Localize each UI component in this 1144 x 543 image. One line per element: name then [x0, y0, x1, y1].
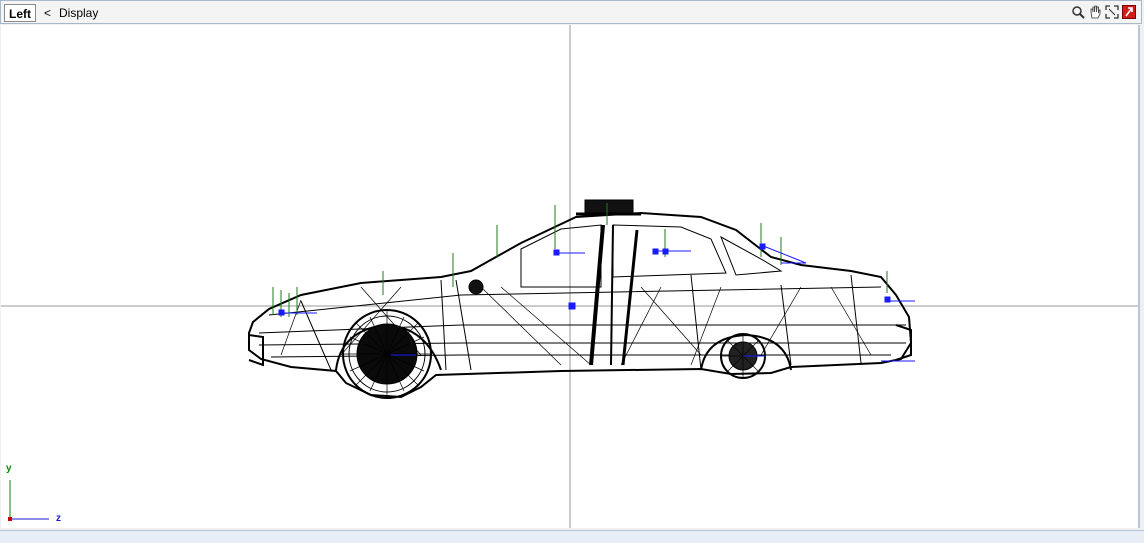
axis-y-label: y: [6, 463, 12, 474]
close-viewport-icon[interactable]: [1121, 4, 1137, 20]
zoom-icon[interactable]: [1070, 4, 1086, 20]
car-wireframe-model[interactable]: [248, 199, 913, 399]
viewport-tool-icons: [1070, 4, 1137, 20]
bottom-strip: [0, 530, 1144, 543]
pan-hand-icon[interactable]: [1087, 4, 1103, 20]
front-wheel: [342, 309, 432, 399]
view-name-button[interactable]: Left: [4, 4, 36, 22]
3d-viewport-left[interactable]: y z: [1, 25, 1140, 528]
maximize-icon[interactable]: [1104, 4, 1120, 20]
viewport-canvas: [1, 25, 1138, 528]
viewport-toolbar: Left < Display: [0, 0, 1142, 24]
axis-z-label: z: [56, 513, 61, 524]
axis-gizmo: [8, 480, 49, 521]
normal-markers: [272, 203, 888, 317]
collapse-toolbar-button[interactable]: <: [44, 6, 51, 20]
display-menu[interactable]: Display: [59, 6, 98, 20]
